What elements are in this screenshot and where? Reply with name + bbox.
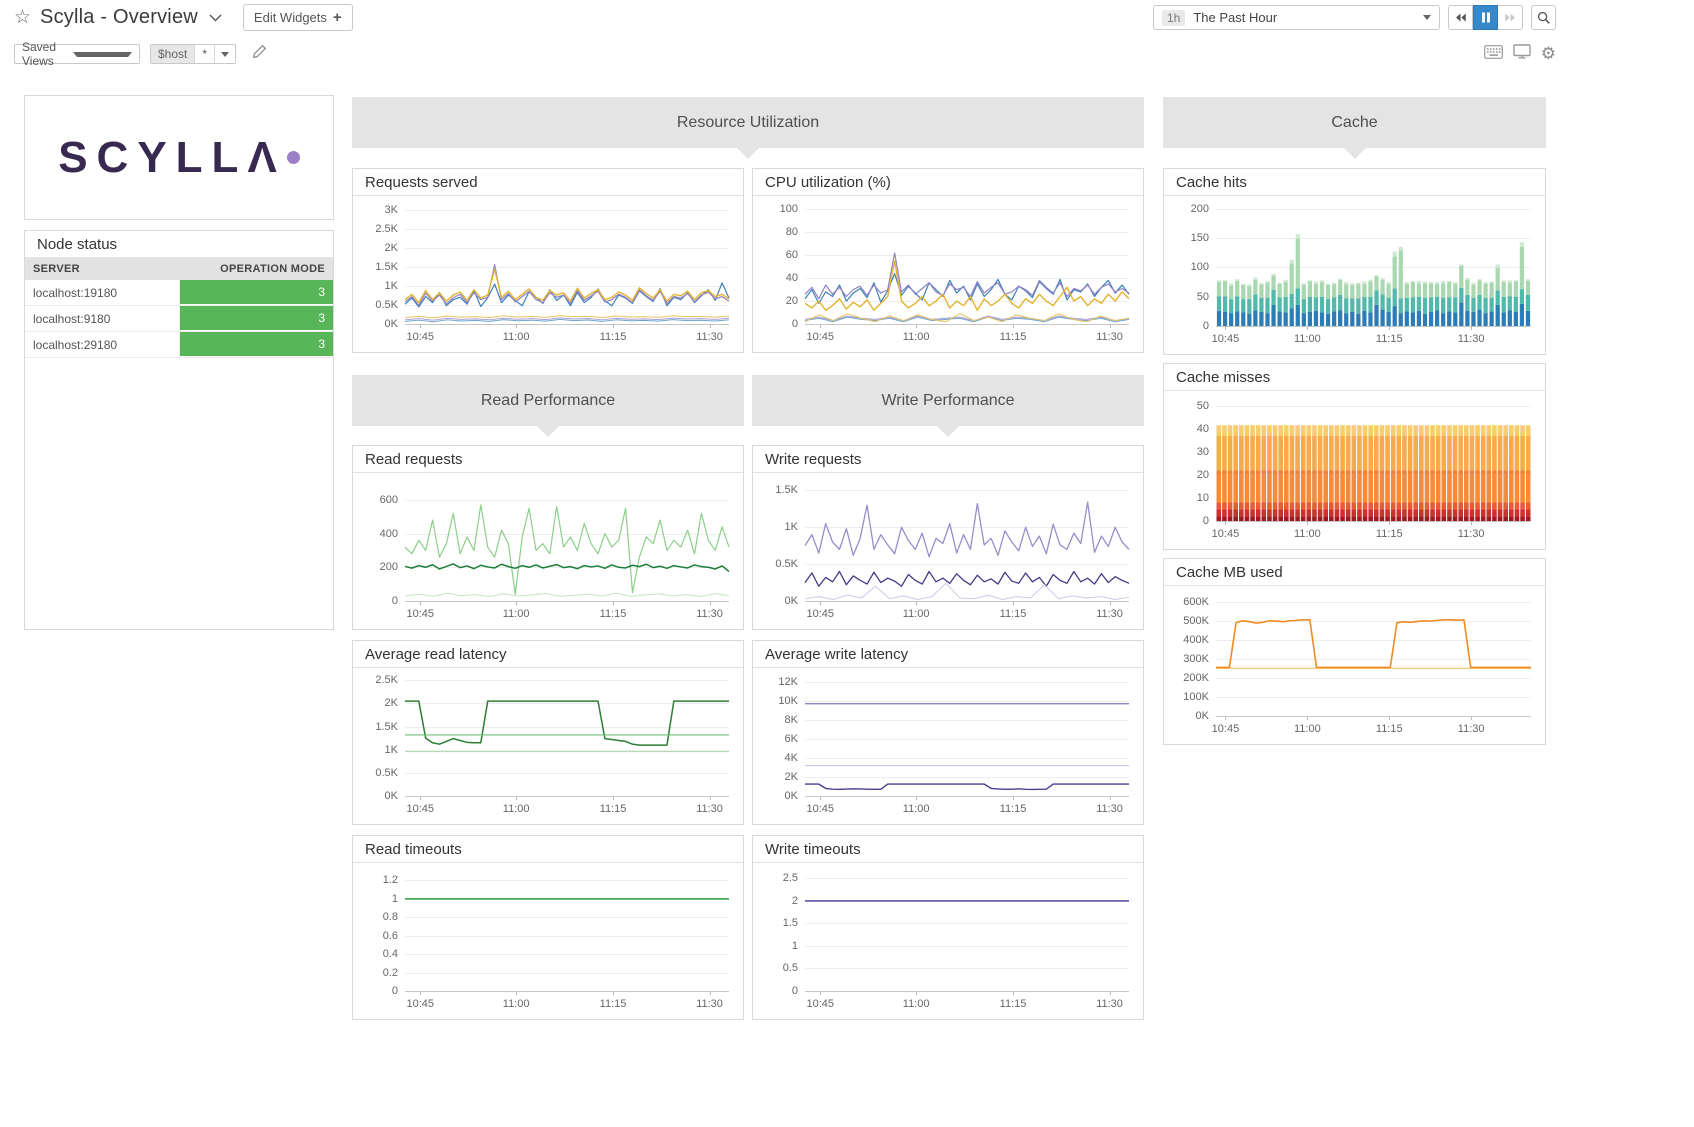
playback-controls: [1448, 5, 1523, 30]
widget-title: Node status: [25, 231, 333, 258]
table-row[interactable]: localhost:29180 3: [25, 332, 333, 358]
keyboard-shortcuts-icon[interactable]: [1484, 45, 1503, 64]
chart-title: Requests served: [353, 169, 743, 196]
chart-title: Cache hits: [1164, 169, 1545, 196]
column-header-server[interactable]: SERVER: [25, 258, 179, 280]
chart-title: Read requests: [353, 446, 743, 473]
logo-dot: [287, 151, 300, 164]
time-range-selector[interactable]: 1h The Past Hour: [1153, 5, 1440, 30]
status-badge: 3: [180, 332, 334, 357]
scylla-logo-widget: SCYLLΛ: [24, 95, 334, 220]
time-range-badge: 1h: [1162, 10, 1185, 26]
write-timeouts-widget[interactable]: Write timeouts 2.521.510.5010:4511:0011:…: [752, 835, 1144, 1020]
group-header-write-performance[interactable]: Write Performance: [752, 375, 1144, 426]
read-timeouts-chart[interactable]: 1.210.80.60.40.2010:4511:0011:1511:30: [353, 863, 743, 1019]
group-header-read-performance[interactable]: Read Performance: [352, 375, 744, 426]
column-header-operation-mode[interactable]: OPERATION MODE: [179, 258, 333, 280]
status-badge: 3: [180, 280, 334, 305]
average-read-latency-chart[interactable]: 2.5K2K1.5K1K0.5K0K10:4511:0011:1511:30: [353, 668, 743, 824]
requests-served-chart[interactable]: 3K2.5K2K1.5K1K0.5K0K10:4511:0011:1511:30: [353, 196, 743, 352]
edit-widgets-button[interactable]: Edit Widgets +: [243, 4, 353, 31]
chevron-down-icon: [214, 45, 235, 63]
chart-title: Average read latency: [353, 641, 743, 668]
saved-views-select[interactable]: Saved Views: [14, 44, 140, 64]
chart-title: CPU utilization (%): [753, 169, 1143, 196]
pause-button[interactable]: [1473, 5, 1498, 30]
write-requests-chart[interactable]: 1.5K1K0.5K0K10:4511:0011:1511:30: [753, 473, 1143, 629]
group-header-resource-utilization[interactable]: Resource Utilization: [352, 97, 1144, 148]
cache-hits-widget[interactable]: Cache hits 20015010050010:4511:0011:1511…: [1163, 168, 1546, 355]
read-timeouts-widget[interactable]: Read timeouts 1.210.80.60.40.2010:4511:0…: [352, 835, 744, 1020]
read-requests-chart[interactable]: 600400200010:4511:0011:1511:30: [353, 473, 743, 629]
edit-pencil-icon[interactable]: [252, 44, 267, 64]
chevron-down-icon: [1423, 15, 1431, 20]
node-status-widget: Node status SERVER OPERATION MODE localh…: [24, 230, 334, 630]
write-requests-widget[interactable]: Write requests 1.5K1K0.5K0K10:4511:0011:…: [752, 445, 1144, 630]
table-row[interactable]: localhost:9180 3: [25, 306, 333, 332]
zoom-search-button[interactable]: [1531, 5, 1556, 30]
filters-toolbar: Saved Views $host *: [14, 44, 267, 64]
average-read-latency-widget[interactable]: Average read latency 2.5K2K1.5K1K0.5K0K1…: [352, 640, 744, 825]
view-toolbar: ⚙: [1484, 44, 1556, 64]
dashboard: ☆ Scylla - Overview Edit Widgets + 1h Th…: [0, 0, 1694, 1127]
fast-forward-button[interactable]: [1498, 5, 1523, 30]
average-write-latency-chart[interactable]: 12K10K8K6K4K2K0K10:4511:0011:1511:30: [753, 668, 1143, 824]
cpu-utilization-chart[interactable]: 10080604020010:4511:0011:1511:30: [753, 196, 1143, 352]
chart-title: Write timeouts: [753, 836, 1143, 863]
status-badge: 3: [180, 306, 334, 331]
write-timeouts-chart[interactable]: 2.521.510.5010:4511:0011:1511:30: [753, 863, 1143, 1019]
scylla-logo: SCYLLΛ: [58, 133, 286, 183]
cache-hits-chart[interactable]: 20015010050010:4511:0011:1511:30: [1164, 196, 1545, 354]
cache-mb-used-chart[interactable]: 600K500K400K300K200K100K0K10:4511:0011:1…: [1164, 586, 1545, 744]
page-title: Scylla - Overview: [40, 6, 198, 29]
cache-mb-used-widget[interactable]: Cache MB used 600K500K400K300K200K100K0K…: [1163, 558, 1546, 745]
rewind-button[interactable]: [1448, 5, 1473, 30]
chart-title: Average write latency: [753, 641, 1143, 668]
gear-icon[interactable]: ⚙: [1541, 45, 1556, 63]
tv-mode-icon[interactable]: [1513, 44, 1531, 64]
plus-icon: +: [333, 9, 342, 26]
cache-misses-widget[interactable]: Cache misses 5040302010010:4511:0011:151…: [1163, 363, 1546, 550]
favorite-star-icon[interactable]: ☆: [14, 5, 31, 31]
requests-served-widget[interactable]: Requests served 3K2.5K2K1.5K1K0.5K0K10:4…: [352, 168, 744, 353]
chart-title: Read timeouts: [353, 836, 743, 863]
node-status-table: SERVER OPERATION MODE localhost:19180 3 …: [25, 258, 333, 358]
table-row[interactable]: localhost:19180 3: [25, 280, 333, 306]
group-header-cache[interactable]: Cache: [1163, 97, 1546, 148]
title-chevron-down-icon[interactable]: [209, 9, 222, 27]
cache-misses-chart[interactable]: 5040302010010:4511:0011:1511:30: [1164, 391, 1545, 549]
average-write-latency-widget[interactable]: Average write latency 12K10K8K6K4K2K0K10…: [752, 640, 1144, 825]
chart-title: Cache misses: [1164, 364, 1545, 391]
chart-title: Cache MB used: [1164, 559, 1545, 586]
chart-title: Write requests: [753, 446, 1143, 473]
chevron-down-icon: [73, 52, 132, 57]
top-bar: ☆ Scylla - Overview Edit Widgets + 1h Th…: [0, 0, 1694, 36]
host-template-variable[interactable]: $host *: [150, 44, 236, 64]
cpu-utilization-widget[interactable]: CPU utilization (%) 10080604020010:4511:…: [752, 168, 1144, 353]
read-requests-widget[interactable]: Read requests 600400200010:4511:0011:151…: [352, 445, 744, 630]
